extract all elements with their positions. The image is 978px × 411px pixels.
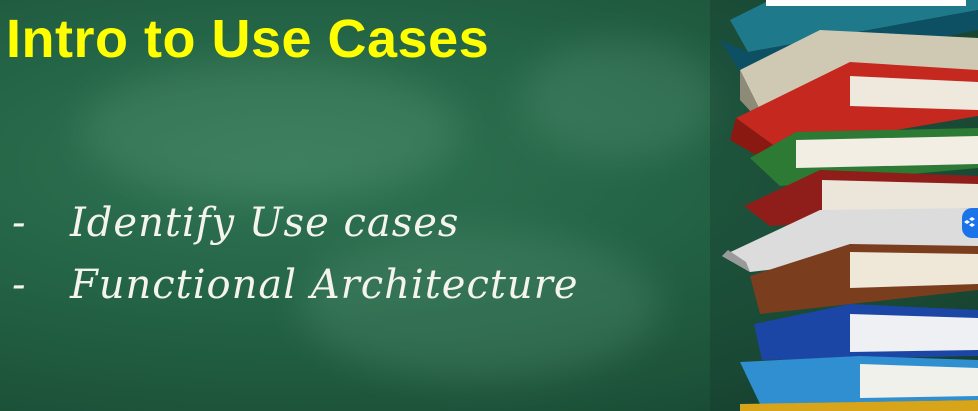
chalk-smudge <box>80 60 460 200</box>
bullet-text: Identify Use cases <box>70 200 460 246</box>
bullet-marker: - <box>12 200 27 246</box>
slide-title: Intro to Use Cases <box>6 9 490 69</box>
bullet-list: - Identify Use cases - Functional Archit… <box>12 200 579 324</box>
floating-widget-icon[interactable] <box>962 208 978 238</box>
bullet-item: - Functional Architecture <box>12 262 579 324</box>
bullet-marker: - <box>12 262 27 308</box>
overlay-box <box>766 0 966 6</box>
book-stack-icon <box>710 0 978 411</box>
chalk-smudge <box>520 40 720 160</box>
bullet-text: Functional Architecture <box>70 262 579 308</box>
bullet-item: - Identify Use cases <box>12 200 579 262</box>
slide-canvas: Intro to Use Cases - Identify Use cases … <box>0 0 978 411</box>
